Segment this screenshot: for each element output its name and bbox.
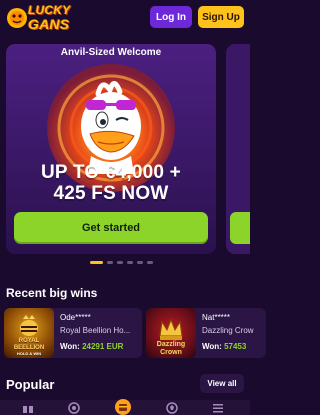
- view-all-button[interactable]: View all: [200, 374, 244, 393]
- game-thumbnail[interactable]: Dazzling Crown: [146, 308, 196, 358]
- promo-headline-line1: UP TO €4,000 +: [41, 162, 181, 183]
- casino-chest-icon[interactable]: [114, 398, 132, 415]
- promo-slide[interactable]: Anvil-Sized Welcome UP TO €4,000 + 425 F…: [6, 44, 216, 254]
- recent-win-card[interactable]: ROYAL BEELLION HOLD & WIN Ode***** Royal…: [4, 308, 142, 358]
- next-slide-cta-peek: [230, 212, 250, 244]
- winning-game-name[interactable]: Dazzling Crow: [202, 326, 254, 335]
- login-button[interactable]: Log In: [150, 6, 192, 28]
- winner-username: Ode*****: [60, 313, 91, 322]
- thumb-title-line3: HOLD & WIN: [16, 351, 42, 356]
- win-amount-label: Won:: [60, 342, 80, 351]
- next-promo-slide[interactable]: [226, 44, 250, 254]
- recent-win-card[interactable]: Dazzling Crown Nat***** Dazzling Crow Wo…: [146, 308, 266, 358]
- winner-username: Nat*****: [202, 313, 231, 322]
- thumb-title-line1: ROYAL: [18, 338, 40, 344]
- thumb-title-line1: Dazzling: [156, 341, 186, 348]
- carousel-dot[interactable]: [137, 261, 143, 264]
- carousel-dot[interactable]: [147, 261, 153, 264]
- gift-icon[interactable]: [22, 402, 34, 414]
- game-thumbnail[interactable]: ROYAL BEELLION HOLD & WIN: [4, 308, 54, 358]
- carousel-pagination: [90, 261, 170, 265]
- carousel-dot-active[interactable]: [90, 261, 103, 264]
- signup-button[interactable]: Sign Up: [198, 6, 244, 28]
- promo-carousel[interactable]: Anvil-Sized Welcome UP TO €4,000 + 425 F…: [0, 44, 250, 254]
- carousel-dot[interactable]: [117, 261, 123, 264]
- win-amount-value: 57453: [224, 342, 247, 351]
- get-started-button[interactable]: Get started: [14, 212, 208, 244]
- winning-game-name[interactable]: Royal Beellion Ho...: [60, 326, 130, 335]
- sun-logo-icon: [7, 8, 27, 28]
- menu-icon[interactable]: [212, 402, 224, 414]
- win-amount-label: Won:: [202, 342, 222, 351]
- site-logo[interactable]: LUCKY GANS: [6, 2, 78, 34]
- recent-big-wins-title: Recent big wins: [6, 286, 98, 300]
- carousel-dot[interactable]: [107, 261, 113, 264]
- chip-icon[interactable]: [68, 402, 80, 414]
- soccer-ball-icon[interactable]: [166, 402, 178, 414]
- logo-text-top: LUCKY: [28, 3, 71, 17]
- thumb-title-line2: Crown: [160, 349, 182, 356]
- win-amount-value: 24291 EUR: [82, 342, 124, 351]
- popular-title: Popular: [6, 377, 55, 392]
- win-amount: Won: 24291 EUR: [60, 342, 123, 351]
- promo-headline-line2: 425 FS NOW: [53, 183, 169, 204]
- carousel-dot[interactable]: [127, 261, 133, 264]
- top-header: LUCKY GANS Log In Sign Up: [0, 0, 250, 36]
- win-amount: Won: 57453: [202, 342, 246, 351]
- logo-text-bottom: GANS: [28, 16, 70, 32]
